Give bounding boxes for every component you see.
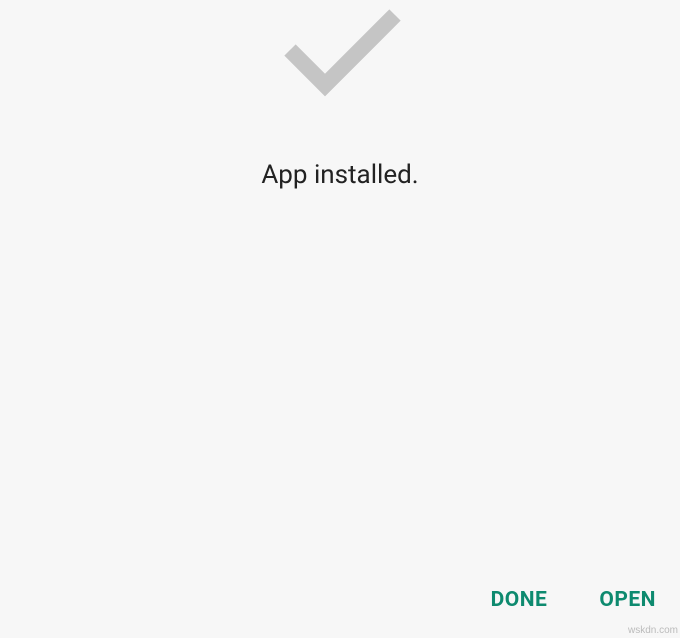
open-button[interactable]: OPEN [595,580,660,620]
checkmark-icon [270,0,410,110]
watermark-text: wskdn.com [628,625,678,636]
status-message: App installed. [261,160,418,190]
install-confirmation-content: App installed. [0,0,680,190]
checkmark-container [270,0,410,110]
done-button[interactable]: DONE [487,580,552,620]
button-bar: DONE OPEN [487,580,660,620]
